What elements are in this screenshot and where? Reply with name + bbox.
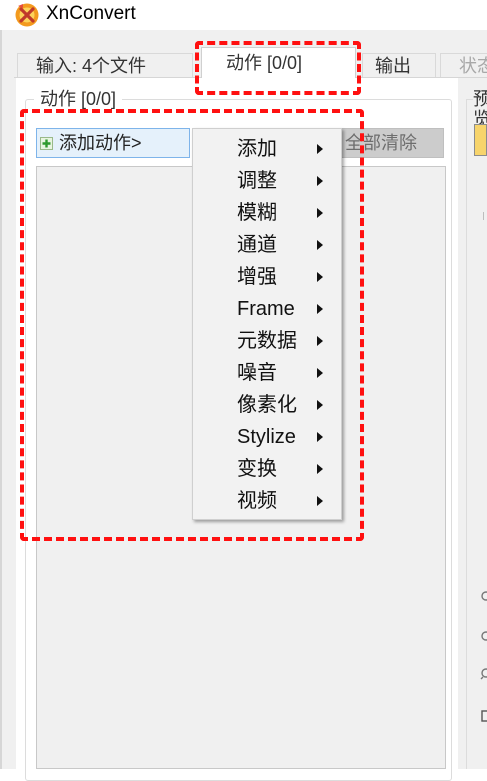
tab-input[interactable]: 输入: 4个文件 xyxy=(17,53,193,77)
zoom-in-icon[interactable] xyxy=(480,590,487,602)
tab-output-label: 输出 xyxy=(375,56,411,76)
resize-grip-icon xyxy=(483,212,484,220)
tab-input-label: 输入: 4个文件 xyxy=(36,56,147,76)
preview-group-title: 预览 xyxy=(473,89,487,129)
tab-status[interactable]: 状态 xyxy=(440,53,487,77)
title-bar: XnConvert xyxy=(0,0,487,30)
xnconvert-logo-icon xyxy=(15,3,39,27)
window-title: XnConvert xyxy=(46,3,136,24)
preview-thumbnail[interactable] xyxy=(474,124,487,156)
actions-group-title: 动作 [0/0] xyxy=(34,89,123,109)
tab-status-label: 状态 xyxy=(459,56,487,76)
actual-size-icon[interactable] xyxy=(480,710,487,722)
tab-output[interactable]: 输出 xyxy=(362,53,436,77)
zoom-out-icon[interactable] xyxy=(480,630,487,642)
highlight-annotation-tab xyxy=(195,41,361,95)
highlight-annotation-menu xyxy=(20,109,364,541)
zoom-fit-icon[interactable] xyxy=(480,668,487,680)
window-left-border xyxy=(0,30,2,769)
